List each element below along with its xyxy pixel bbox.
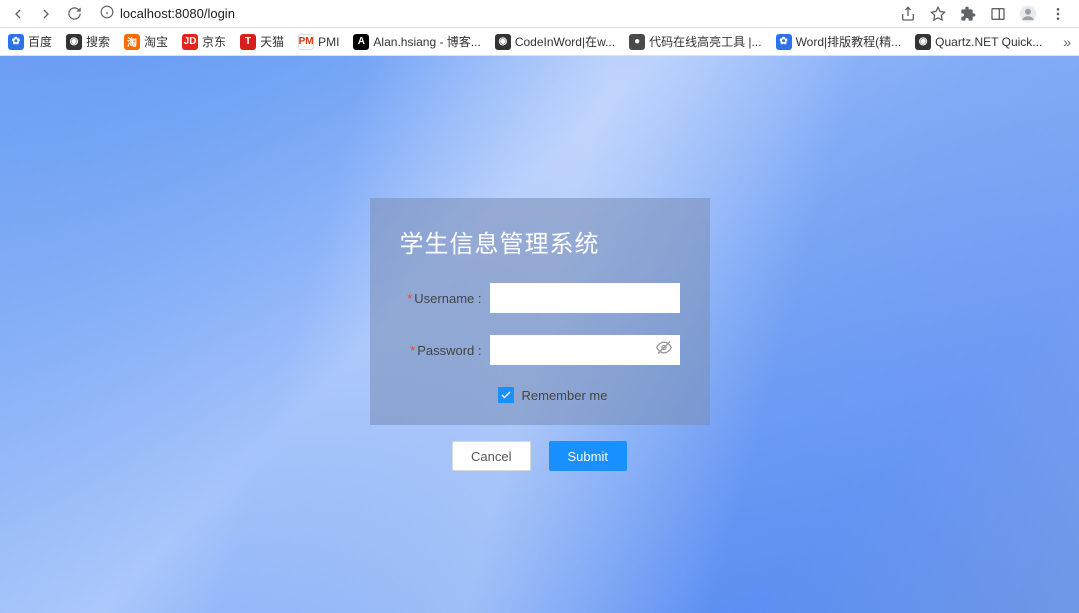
bookmark-label: 京东 (202, 33, 226, 50)
bookmark-label: 搜索 (86, 33, 110, 50)
bookmark-label: PMI (318, 35, 339, 49)
url-bar[interactable]: localhost:8080/login (92, 3, 891, 24)
forward-button[interactable] (36, 4, 56, 24)
login-card: 学生信息管理系统 *Username : *Password : Remembe (370, 198, 710, 425)
back-button[interactable] (8, 4, 28, 24)
bookmark-star-icon[interactable] (929, 5, 947, 23)
bookmark-item[interactable]: PM PMI (298, 34, 339, 50)
favicon: T (240, 34, 256, 50)
reload-button[interactable] (64, 4, 84, 24)
bookmarks-bar: ✿百度◉搜索淘淘宝JD京东T天猫PMPMIAAlan.hsiang - 博客..… (0, 28, 1079, 56)
bookmark-item[interactable]: JD京东 (182, 33, 226, 50)
url-text: localhost:8080/login (120, 6, 235, 21)
bookmark-label: Quartz.NET Quick... (935, 35, 1042, 49)
favicon: ● (629, 34, 645, 50)
info-icon (100, 5, 114, 22)
bookmark-label: 天猫 (260, 33, 284, 50)
bookmark-item[interactable]: 淘淘宝 (124, 33, 168, 50)
browser-toolbar: localhost:8080/login (0, 0, 1079, 28)
toggle-password-icon[interactable] (656, 340, 672, 361)
favicon: JD (182, 34, 198, 50)
password-input[interactable] (490, 335, 680, 365)
favicon: A (353, 34, 369, 50)
password-label: *Password : (400, 343, 490, 358)
bookmark-label: Alan.hsiang - 博客... (373, 33, 480, 50)
bookmark-item[interactable]: ✿Word|排版教程(精... (776, 33, 902, 50)
cancel-button[interactable]: Cancel (452, 441, 530, 471)
login-title: 学生信息管理系统 (400, 224, 680, 259)
remember-row: Remember me (498, 387, 680, 403)
bookmark-item[interactable]: ◉搜索 (66, 33, 110, 50)
bookmark-item[interactable]: ✿百度 (8, 33, 52, 50)
bookmark-item[interactable]: ●代码在线高亮工具 |... (629, 33, 761, 50)
username-row: *Username : (400, 283, 680, 313)
password-row: *Password : (400, 335, 680, 365)
bookmark-label: 百度 (28, 33, 52, 50)
favicon: ✿ (8, 34, 24, 50)
bookmark-label: 淘宝 (144, 33, 168, 50)
bookmark-item[interactable]: T天猫 (240, 33, 284, 50)
bookmark-label: 代码在线高亮工具 |... (649, 33, 761, 50)
panel-icon[interactable] (989, 5, 1007, 23)
bookmark-item[interactable]: ◉ Quartz.NET Quick... (915, 34, 1042, 50)
extensions-icon[interactable] (959, 5, 977, 23)
favicon: ◉ (66, 34, 82, 50)
favicon: ✿ (776, 34, 792, 50)
share-icon[interactable] (899, 5, 917, 23)
bookmark-item[interactable]: ◉CodeInWord|在w... (495, 33, 615, 50)
toolbar-right (899, 5, 1071, 23)
bookmark-item[interactable]: AAlan.hsiang - 博客... (353, 33, 480, 50)
bookmarks-overflow-icon[interactable]: » (1063, 34, 1071, 50)
username-label: *Username : (400, 291, 490, 306)
bookmark-label: Word|排版教程(精... (796, 33, 902, 50)
remember-checkbox[interactable] (498, 387, 514, 403)
menu-icon[interactable] (1049, 5, 1067, 23)
username-input[interactable] (490, 283, 680, 313)
favicon: ◉ (915, 34, 931, 50)
favicon: PM (298, 34, 314, 50)
favicon: ◉ (495, 34, 511, 50)
page-content: 学生信息管理系统 *Username : *Password : Remembe (0, 56, 1079, 613)
submit-button[interactable]: Submit (549, 441, 627, 471)
bookmark-label: CodeInWord|在w... (515, 33, 615, 50)
favicon: 淘 (124, 34, 140, 50)
remember-label: Remember me (522, 388, 608, 403)
profile-icon[interactable] (1019, 5, 1037, 23)
button-row: Cancel Submit (452, 441, 627, 471)
